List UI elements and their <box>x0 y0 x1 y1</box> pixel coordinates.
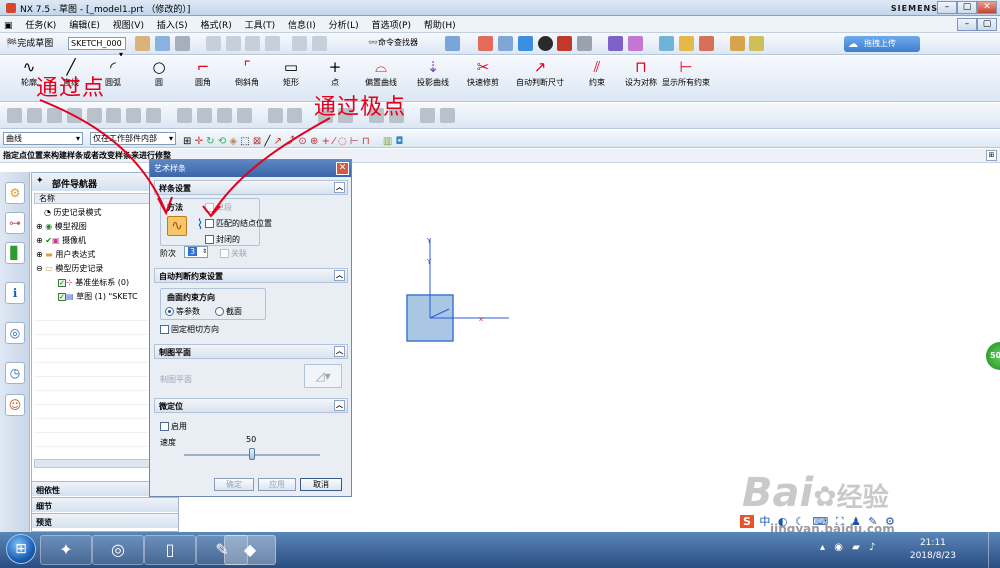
taskbar: ⊞ ✦ ◎ ▯ ✎ ◆ ▴ ◉ ▰ ♪ 21:11 2018/8/23 <box>0 532 1000 568</box>
start-button[interactable]: ⊞ <box>6 534 36 564</box>
sogou-icon: S <box>740 515 754 528</box>
paw-icon: ✿ <box>813 480 837 513</box>
tray-icons[interactable]: ▴ ◉ ▰ ♪ <box>820 542 878 553</box>
arrowhead-poles <box>202 205 221 218</box>
clock[interactable]: 21:11 2018/8/23 <box>910 537 956 563</box>
taskbar-app-butterfly[interactable]: ✦ <box>40 535 92 565</box>
taskbar-app-browser[interactable]: ◎ <box>92 535 144 565</box>
arrow-to-points <box>39 99 166 211</box>
baidu-watermark: Bai✿经验 <box>742 470 889 516</box>
arrow-to-poles <box>211 117 331 215</box>
show-desktop-button[interactable] <box>988 532 1000 568</box>
taskbar-app-document[interactable]: ▯ <box>144 535 196 565</box>
taskbar-app-nx[interactable]: ◆ <box>224 535 276 565</box>
